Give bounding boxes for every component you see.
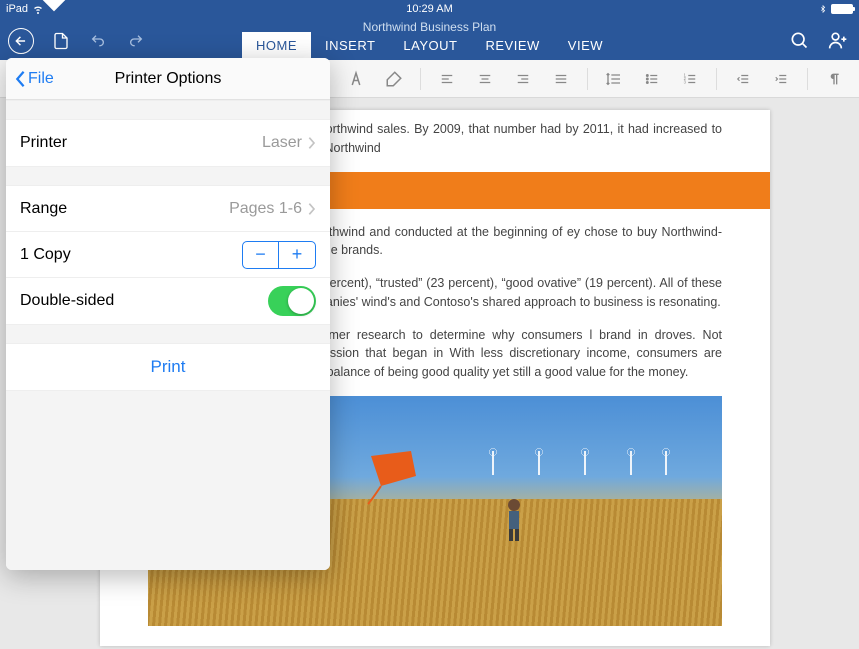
print-button[interactable]: Print: [6, 344, 330, 390]
printer-options-popover: File Printer Options Printer Laser Range…: [6, 58, 330, 570]
svg-text:3: 3: [684, 79, 687, 84]
duplex-label: Double-sided: [20, 292, 268, 310]
back-button[interactable]: [8, 28, 34, 54]
indent-icon[interactable]: [765, 66, 797, 92]
battery-icon: [831, 4, 853, 14]
tab-review[interactable]: REVIEW: [471, 32, 553, 61]
line-spacing-icon[interactable]: [598, 66, 630, 92]
duplex-row: Double-sided: [6, 278, 330, 324]
chevron-right-icon: [308, 202, 316, 216]
back-label: File: [28, 70, 54, 88]
bullets-icon[interactable]: [636, 66, 668, 92]
child-graphic: [501, 497, 527, 543]
print-label: Print: [151, 357, 186, 377]
outdent-icon[interactable]: [727, 66, 759, 92]
align-left-icon[interactable]: [431, 66, 463, 92]
range-label: Range: [20, 200, 229, 218]
numbering-icon[interactable]: 123: [674, 66, 706, 92]
tab-home[interactable]: HOME: [242, 32, 311, 61]
printer-row[interactable]: Printer Laser: [6, 120, 330, 166]
range-row[interactable]: Range Pages 1-6: [6, 186, 330, 232]
redo-icon[interactable]: [126, 33, 146, 49]
clock: 10:29 AM: [406, 3, 452, 15]
share-user-icon[interactable]: [827, 30, 849, 50]
status-bar: iPad 10:29 AM: [0, 0, 859, 18]
copies-increment[interactable]: +: [279, 242, 315, 268]
copies-row: 1 Copy − +: [6, 232, 330, 278]
carrier-label: iPad: [6, 3, 28, 15]
align-center-icon[interactable]: [469, 66, 501, 92]
duplex-toggle[interactable]: [268, 286, 316, 316]
pilcrow-icon[interactable]: [818, 66, 850, 92]
popover-header: File Printer Options: [6, 58, 330, 100]
copies-label: 1 Copy: [20, 246, 242, 264]
tab-view[interactable]: VIEW: [554, 32, 617, 61]
chevron-right-icon: [308, 136, 316, 150]
align-right-icon[interactable]: [507, 66, 539, 92]
kite-graphic: [366, 446, 426, 506]
popover-title: Printer Options: [115, 70, 222, 88]
printer-value: Laser: [262, 134, 302, 152]
undo-icon[interactable]: [88, 33, 108, 49]
back-to-file-button[interactable]: File: [14, 70, 54, 88]
tab-layout[interactable]: LAYOUT: [389, 32, 471, 61]
highlight-icon[interactable]: [378, 66, 410, 92]
title-bar: Northwind Business Plan HOME INSERT LAYO…: [0, 18, 859, 60]
bluetooth-icon: [819, 3, 827, 15]
copies-decrement[interactable]: −: [243, 242, 279, 268]
search-icon[interactable]: [789, 30, 809, 50]
font-color-icon[interactable]: [340, 66, 372, 92]
copies-stepper: − +: [242, 241, 316, 269]
file-icon[interactable]: [52, 31, 70, 51]
align-justify-icon[interactable]: [545, 66, 577, 92]
tab-insert[interactable]: INSERT: [311, 32, 389, 61]
range-value: Pages 1-6: [229, 200, 302, 218]
wifi-icon: [32, 3, 44, 15]
printer-label: Printer: [20, 134, 262, 152]
